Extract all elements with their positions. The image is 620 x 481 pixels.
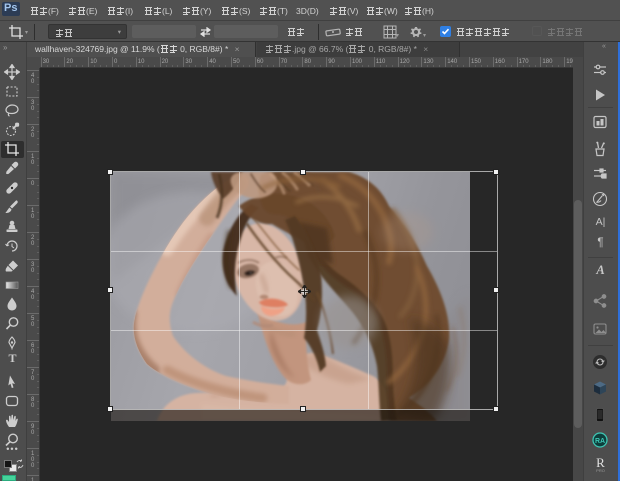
svg-text:RA: RA [595,438,605,445]
